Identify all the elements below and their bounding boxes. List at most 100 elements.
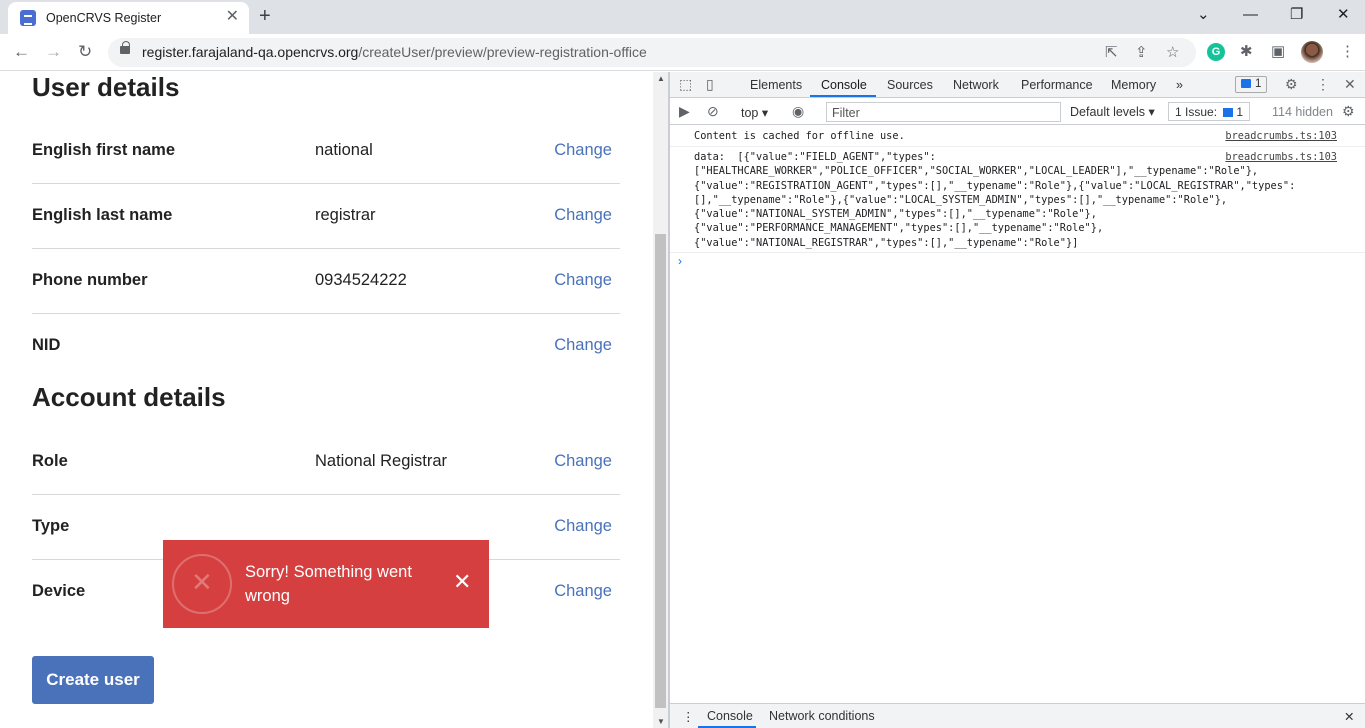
tab-console[interactable]: Console	[821, 78, 867, 92]
scroll-down-arrow-icon[interactable]: ▼	[657, 717, 665, 726]
console-prompt-icon[interactable]: ›	[678, 254, 682, 268]
grammarly-extension-icon[interactable]: G	[1207, 43, 1225, 61]
sidebar-toggle-icon[interactable]: ▶	[679, 103, 690, 119]
console-settings-icon[interactable]: ⚙	[1342, 103, 1355, 119]
message-icon	[1241, 79, 1251, 88]
active-tab-indicator	[810, 95, 876, 97]
row-label: English last name	[32, 206, 173, 224]
side-panel-icon[interactable]: ▣	[1271, 43, 1285, 61]
browser-toolbar: ← → ↻ register.farajaland-qa.opencrvs.or…	[0, 34, 1365, 71]
row-label: Device	[32, 582, 86, 600]
hidden-count: 114 hidden	[1272, 105, 1333, 119]
device-toolbar-icon[interactable]: ▯	[706, 76, 714, 92]
change-first-name-link[interactable]: Change	[554, 141, 612, 160]
change-role-link[interactable]: Change	[554, 452, 612, 471]
user-details-heading: User details	[32, 72, 180, 102]
devtools-menu-icon[interactable]: ⋮	[1316, 76, 1330, 92]
console-toolbar: ▶ ⊘ top ▾ ◉ Filter Default levels ▾ 1 Is…	[670, 99, 1365, 125]
close-toast-icon[interactable]: ✕	[453, 569, 471, 595]
row-label: Phone number	[32, 271, 148, 289]
row-label: NID	[32, 336, 61, 354]
row-value: registrar	[315, 206, 376, 224]
messages-badge[interactable]: 1	[1235, 76, 1268, 93]
browser-tab-strip: OpenCRVS Register ✕ + ⌄ — ❐ ✕	[0, 0, 1365, 34]
change-last-name-link[interactable]: Change	[554, 206, 612, 225]
tab-elements[interactable]: Elements	[750, 78, 802, 92]
address-bar[interactable]: register.farajaland-qa.opencrvs.org/crea…	[108, 38, 1196, 67]
back-icon[interactable]: ←	[13, 42, 30, 62]
close-window-button[interactable]: ✕	[1337, 6, 1350, 24]
devtools-panel: ⬚ ▯ Elements Console Sources Network Per…	[670, 72, 1365, 728]
log-levels-dropdown[interactable]: Default levels ▾	[1070, 104, 1155, 119]
row-label: Role	[32, 452, 68, 470]
close-devtools-icon[interactable]: ✕	[1344, 76, 1356, 92]
issues-count: 1	[1236, 105, 1244, 119]
error-x-icon: ✕	[191, 567, 213, 597]
lock-icon	[120, 41, 130, 54]
user-detail-row: English last name registrar Change	[32, 184, 620, 249]
page-content: User details English first name national…	[0, 72, 653, 728]
profile-avatar[interactable]	[1301, 41, 1323, 63]
change-phone-link[interactable]: Change	[554, 271, 612, 290]
tab-sources[interactable]: Sources	[887, 78, 933, 92]
user-detail-row: English first name national Change	[32, 119, 620, 184]
forward-icon[interactable]: →	[45, 42, 62, 62]
change-type-link[interactable]: Change	[554, 517, 612, 536]
row-value: 0934524222	[315, 271, 407, 289]
context-selector[interactable]: top ▾	[741, 105, 768, 120]
reload-icon[interactable]: ↻	[78, 42, 92, 62]
row-value: national	[315, 141, 373, 159]
console-log-entry: data: [{"value":"FIELD_AGENT","types": […	[670, 147, 1365, 253]
tab-performance[interactable]: Performance	[1021, 78, 1093, 92]
log-text: Content is cached for offline use.	[694, 130, 905, 142]
bookmark-star-icon[interactable]: ☆	[1166, 43, 1179, 61]
error-toast: ✕ Sorry! Something went wrong ✕	[163, 540, 489, 628]
log-source-link[interactable]: breadcrumbs.ts:103	[1225, 129, 1337, 143]
toast-message: Sorry! Something went wrong	[245, 563, 412, 605]
opencrvs-favicon-icon	[20, 10, 36, 26]
console-filter-input[interactable]: Filter	[826, 102, 1061, 122]
page-scrollbar[interactable]: ▲ ▼	[653, 72, 668, 728]
more-tabs-icon[interactable]: »	[1176, 78, 1183, 92]
inspect-element-icon[interactable]: ⬚	[679, 76, 692, 92]
create-user-button[interactable]: Create user	[32, 656, 154, 704]
log-source-link[interactable]: breadcrumbs.ts:103	[1225, 150, 1337, 164]
minimize-button[interactable]: —	[1243, 6, 1258, 24]
tab-memory[interactable]: Memory	[1111, 78, 1156, 92]
url-path: /createUser/preview/preview-registration…	[358, 44, 647, 60]
settings-gear-icon[interactable]: ⚙	[1285, 76, 1298, 92]
issues-button[interactable]: 1 Issue: 1	[1168, 102, 1251, 121]
drawer-tab-network-conditions[interactable]: Network conditions	[769, 709, 875, 723]
devtools-tab-bar: ⬚ ▯ Elements Console Sources Network Per…	[670, 72, 1365, 98]
close-drawer-icon[interactable]: ✕	[1344, 709, 1354, 724]
scroll-up-arrow-icon[interactable]: ▲	[657, 74, 665, 83]
url-host: register.farajaland-qa.opencrvs.org	[142, 44, 359, 60]
new-tab-button[interactable]: +	[259, 5, 271, 27]
issues-label: 1 Issue:	[1175, 105, 1218, 119]
user-detail-row: NID Change	[32, 314, 620, 379]
devtools-drawer: ⋮ Console Network conditions ✕	[670, 703, 1365, 728]
user-detail-row: Phone number 0934524222 Change	[32, 249, 620, 314]
close-tab-icon[interactable]: ✕	[226, 9, 239, 25]
restore-button[interactable]: ❐	[1290, 6, 1303, 24]
live-expression-eye-icon[interactable]: ◉	[792, 103, 804, 119]
url-text[interactable]: register.farajaland-qa.opencrvs.org/crea…	[142, 44, 647, 60]
extensions-puzzle-icon[interactable]: ✱	[1240, 43, 1253, 61]
tab-network[interactable]: Network	[953, 78, 999, 92]
change-device-link[interactable]: Change	[554, 582, 612, 601]
tab-title: OpenCRVS Register	[46, 11, 162, 25]
account-details-heading: Account details	[32, 382, 226, 412]
row-value: National Registrar	[315, 452, 448, 470]
open-in-app-icon[interactable]: ⇱	[1105, 43, 1118, 61]
tab-search-icon[interactable]: ⌄	[1197, 6, 1210, 24]
drawer-menu-icon[interactable]: ⋮	[682, 709, 695, 724]
log-text: data: [{"value":"FIELD_AGENT","types": […	[694, 151, 1296, 249]
browser-tab[interactable]: OpenCRVS Register ✕	[8, 2, 249, 34]
drawer-tab-console[interactable]: Console	[707, 709, 753, 723]
browser-menu-icon[interactable]: ⋮	[1340, 43, 1355, 61]
share-icon[interactable]: ⇪	[1135, 43, 1148, 61]
scrollbar-thumb[interactable]	[655, 234, 666, 708]
account-detail-row: Role National Registrar Change	[32, 430, 620, 495]
change-nid-link[interactable]: Change	[554, 336, 612, 355]
clear-console-icon[interactable]: ⊘	[707, 103, 719, 119]
